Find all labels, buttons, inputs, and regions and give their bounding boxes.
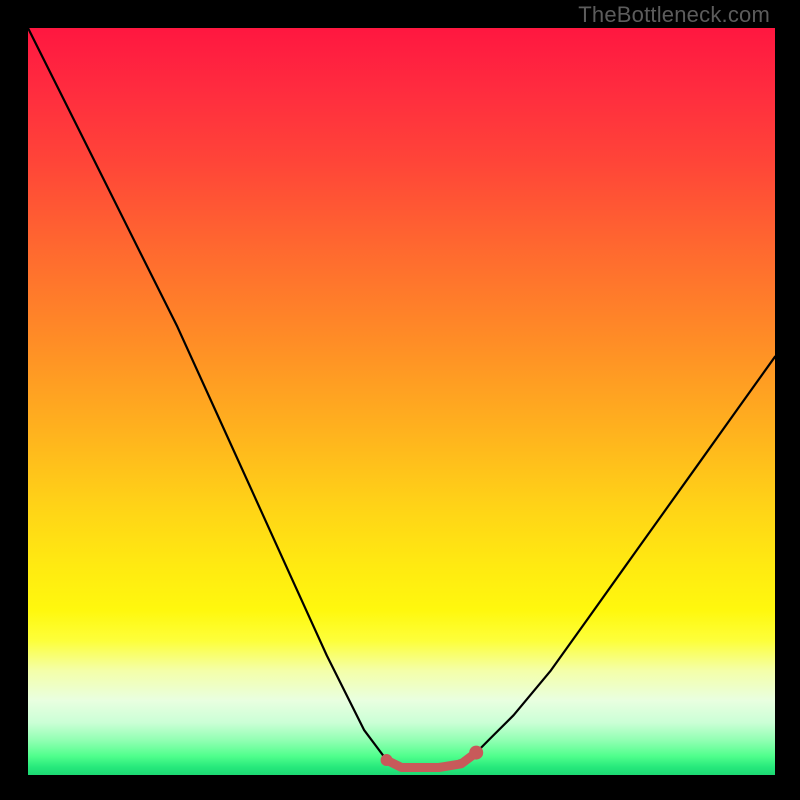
plot-area	[28, 28, 775, 775]
flat-segment	[381, 746, 484, 768]
watermark-text: TheBottleneck.com	[578, 2, 770, 28]
chart-frame: TheBottleneck.com	[0, 0, 800, 800]
curve-layer	[28, 28, 775, 775]
bottleneck-curve	[28, 28, 775, 768]
